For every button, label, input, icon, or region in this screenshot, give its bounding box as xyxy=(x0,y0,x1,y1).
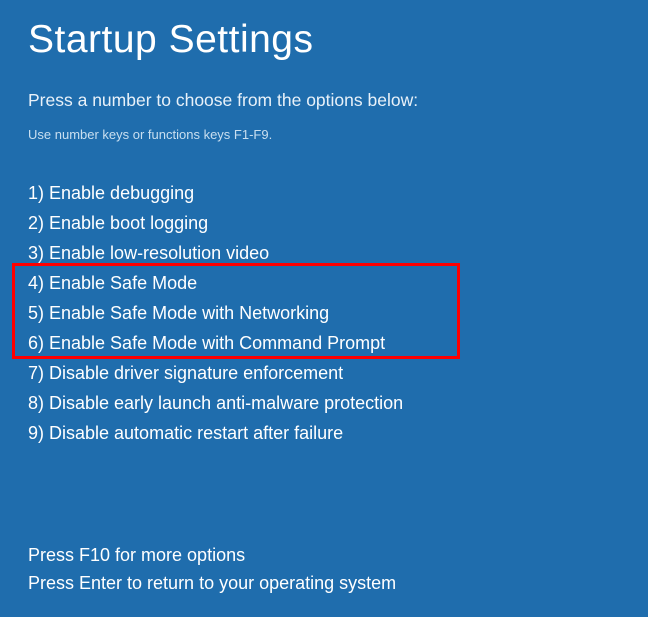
options-list: 1) Enable debugging 2) Enable boot loggi… xyxy=(28,178,620,448)
hint-text: Use number keys or functions keys F1-F9. xyxy=(28,127,620,142)
option-5-safe-mode-networking[interactable]: 5) Enable Safe Mode with Networking xyxy=(28,298,620,328)
option-6-safe-mode-cmd[interactable]: 6) Enable Safe Mode with Command Prompt xyxy=(28,328,620,358)
option-4-safe-mode[interactable]: 4) Enable Safe Mode xyxy=(28,268,620,298)
option-7-disable-driver-sig[interactable]: 7) Disable driver signature enforcement xyxy=(28,358,620,388)
page-title: Startup Settings xyxy=(28,18,620,62)
option-8-disable-anti-malware[interactable]: 8) Disable early launch anti-malware pro… xyxy=(28,388,620,418)
subtitle-text: Press a number to choose from the option… xyxy=(28,90,620,111)
footer-enter: Press Enter to return to your operating … xyxy=(28,569,396,597)
option-9-disable-auto-restart[interactable]: 9) Disable automatic restart after failu… xyxy=(28,418,620,448)
footer-text: Press F10 for more options Press Enter t… xyxy=(28,541,396,597)
option-3-low-res-video[interactable]: 3) Enable low-resolution video xyxy=(28,238,620,268)
option-1-debugging[interactable]: 1) Enable debugging xyxy=(28,178,620,208)
option-2-boot-logging[interactable]: 2) Enable boot logging xyxy=(28,208,620,238)
footer-f10: Press F10 for more options xyxy=(28,541,396,569)
